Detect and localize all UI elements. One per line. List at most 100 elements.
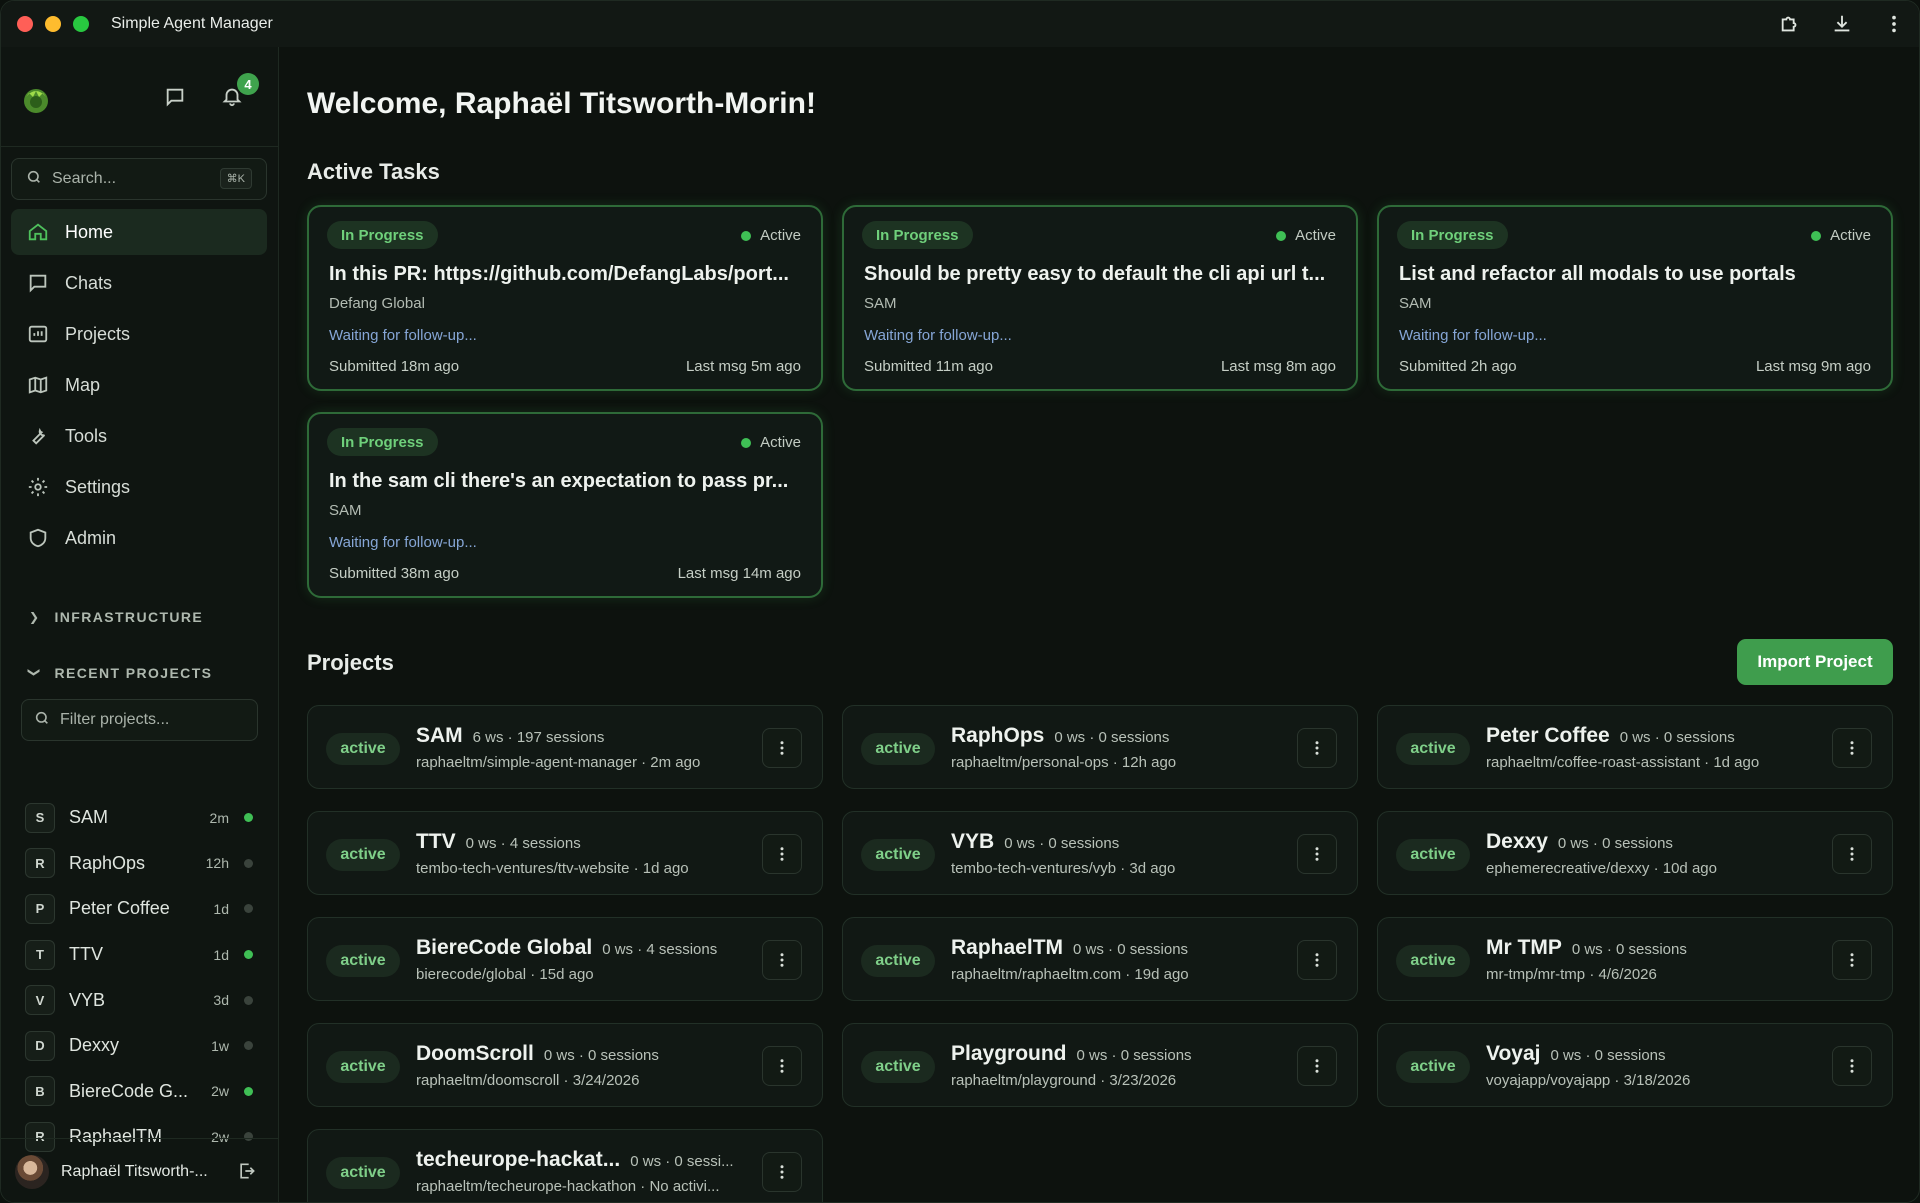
app-logo[interactable] (21, 85, 51, 115)
filter-projects-input[interactable] (60, 711, 240, 729)
import-project-button[interactable]: Import Project (1737, 639, 1893, 685)
recent-project-item[interactable]: P Peter Coffee 1d (25, 886, 261, 932)
project-header: RaphOps 0 ws · 0 sessions (951, 724, 1169, 748)
recent-project-item[interactable]: T TTV 1d (25, 932, 261, 978)
recent-project-item[interactable]: R RaphOps 12h (25, 841, 261, 887)
project-card[interactable]: active Dexxy 0 ws · 0 sessions ephemerecrea… (1377, 811, 1893, 895)
page-title: Welcome, Raphaël Titsworth-Morin! (307, 87, 816, 120)
project-letter-avatar: D (25, 1030, 55, 1061)
search-input[interactable] (52, 170, 212, 188)
project-letter-avatar: B (25, 1076, 55, 1107)
project-menu-button[interactable] (762, 1046, 802, 1086)
project-card[interactable]: active Peter Coffee 0 ws · 0 sessions rapha… (1377, 705, 1893, 789)
close-window-button[interactable] (17, 16, 33, 32)
task-active-indicator: Active (741, 434, 801, 451)
more-vertical-icon[interactable] (1881, 11, 1907, 37)
messages-icon[interactable] (164, 86, 186, 113)
task-card[interactable]: In Progress Active In the sam cli there'… (307, 412, 823, 598)
avatar[interactable] (15, 1154, 49, 1189)
recent-project-name: BiereCode G... (69, 1080, 189, 1101)
download-icon[interactable] (1829, 11, 1855, 37)
nav-item-admin[interactable]: Admin (11, 515, 267, 561)
task-waiting-status: Waiting for follow-up... (1399, 327, 1547, 344)
minimize-window-button[interactable] (45, 16, 61, 32)
extension-icon[interactable] (1777, 11, 1803, 37)
project-card[interactable]: active SAM 6 ws · 197 sessions raphaeltm/si… (307, 705, 823, 789)
nav-item-map[interactable]: Map (11, 362, 267, 408)
task-status-badge: In Progress (862, 221, 973, 249)
search-shortcut-hint: ⌘K (219, 168, 252, 189)
infrastructure-section-toggle[interactable]: ❯ INFRASTRUCTURE (29, 609, 203, 625)
project-card[interactable]: active Playground 0 ws · 0 sessions raphael… (842, 1023, 1358, 1107)
chat-icon (27, 272, 49, 294)
task-card[interactable]: In Progress Active Should be pretty easy… (842, 205, 1358, 391)
project-status-badge: active (326, 1157, 400, 1189)
project-menu-button[interactable] (1297, 728, 1337, 768)
shield-icon (27, 527, 49, 549)
project-card[interactable]: active BiereCode Global 0 ws · 4 sessions b… (307, 917, 823, 1001)
task-card[interactable]: In Progress Active List and refactor all… (1377, 205, 1893, 391)
nav-item-label: Home (65, 221, 114, 242)
project-menu-button[interactable] (1832, 728, 1872, 768)
main-nav: Home Chats Projects Map Tools Settings A… (11, 209, 267, 566)
activity-status-dot (244, 995, 253, 1005)
project-header: Voyaj 0 ws · 0 sessions (1486, 1042, 1666, 1066)
project-name: RaphOps (951, 724, 1045, 747)
project-menu-button[interactable] (1297, 1046, 1337, 1086)
project-name: TTV (416, 830, 456, 853)
project-repo: raphaeltm/raphaeltm.com · 19d ago (951, 966, 1189, 983)
recent-projects-section-toggle[interactable]: ❯ RECENT PROJECTS (28, 665, 212, 681)
nav-item-tools[interactable]: Tools (11, 413, 267, 459)
recent-project-item[interactable]: V VYB 3d (25, 977, 261, 1023)
project-menu-button[interactable] (762, 834, 802, 874)
project-repo: raphaeltm/doomscroll · 3/24/2026 (416, 1072, 640, 1089)
maximize-window-button[interactable] (73, 16, 89, 32)
recent-project-item[interactable]: D Dexxy 1w (25, 1023, 261, 1069)
nav-item-projects[interactable]: Projects (11, 311, 267, 357)
project-menu-button[interactable] (1297, 834, 1337, 874)
project-menu-button[interactable] (762, 1152, 802, 1192)
home-icon (27, 221, 49, 243)
nav-item-home[interactable]: Home (11, 209, 267, 255)
project-stats: 0 ws · 0 sessions (543, 1047, 659, 1064)
project-repo: tembo-tech-ventures/vyb · 3d ago (951, 860, 1176, 877)
project-card[interactable]: active RaphOps 0 ws · 0 sessions raphaeltm/… (842, 705, 1358, 789)
task-card[interactable]: In Progress Active In this PR: https://g… (307, 205, 823, 391)
nav-item-chats[interactable]: Chats (11, 260, 267, 306)
project-status-badge: active (1396, 1051, 1470, 1083)
more-vertical-icon (1315, 1059, 1319, 1073)
project-repo: mr-tmp/mr-tmp · 4/6/2026 (1486, 966, 1657, 983)
project-card[interactable]: active Voyaj 0 ws · 0 sessions voyajapp/voy… (1377, 1023, 1893, 1107)
sidebar-search[interactable]: ⌘K (11, 158, 267, 200)
project-menu-button[interactable] (1297, 940, 1337, 980)
recent-project-item[interactable]: B BiereCode G... 2w (25, 1069, 261, 1115)
recent-project-item[interactable]: S SAM 2m (25, 795, 261, 841)
filter-projects[interactable] (21, 699, 258, 741)
task-last-message-time: Last msg 5m ago (685, 358, 801, 375)
more-vertical-icon (1850, 741, 1854, 755)
project-card[interactable]: active DoomScroll 0 ws · 0 sessions raphael… (307, 1023, 823, 1107)
project-menu-button[interactable] (762, 940, 802, 980)
nav-item-settings[interactable]: Settings (11, 464, 267, 510)
project-menu-button[interactable] (1832, 940, 1872, 980)
project-menu-button[interactable] (1832, 1046, 1872, 1086)
window-title: Simple Agent Manager (111, 15, 273, 32)
user-profile-bar[interactable]: Raphaël Titsworth-... (1, 1138, 279, 1202)
title-bar: Simple Agent Manager (1, 1, 1919, 47)
logout-icon[interactable] (237, 1161, 257, 1186)
project-card[interactable]: active techeurope-hackat... 0 ws · 0 sessi… (307, 1129, 823, 1202)
recent-project-name: Dexxy (69, 1035, 120, 1056)
project-menu-button[interactable] (762, 728, 802, 768)
project-repo: raphaeltm/coffee-roast-assistant · 1d ag… (1486, 754, 1760, 771)
main-content: Welcome, Raphaël Titsworth-Morin! Active… (280, 47, 1919, 1202)
project-card[interactable]: active Mr TMP 0 ws · 0 sessions mr-tmp/mr-t… (1377, 917, 1893, 1001)
task-title: In this PR: https://github.com/DefangLab… (329, 263, 789, 285)
active-dot (1276, 230, 1287, 241)
active-dot (1811, 230, 1822, 241)
titlebar-actions (1777, 11, 1907, 37)
projects-heading: Projects (307, 650, 394, 675)
project-card[interactable]: active VYB 0 ws · 0 sessions tembo-tech-ven… (842, 811, 1358, 895)
project-card[interactable]: active RaphaelTM 0 ws · 0 sessions raphaelt… (842, 917, 1358, 1001)
project-menu-button[interactable] (1832, 834, 1872, 874)
project-card[interactable]: active TTV 0 ws · 4 sessions tembo-tech-ven… (307, 811, 823, 895)
